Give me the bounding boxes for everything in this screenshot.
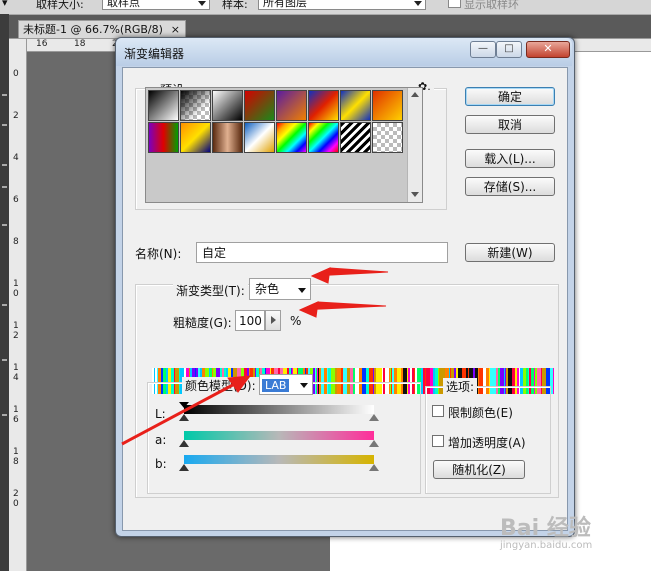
watermark-url: jingyan.baidu.com — [500, 540, 593, 551]
annotation-arrows — [121, 267, 389, 446]
arrow-head — [310, 267, 331, 284]
arrow-head — [227, 375, 252, 393]
arrow-to-color-model — [121, 378, 243, 446]
arrow-head — [298, 301, 319, 318]
watermark-logo: Bai 经验 — [500, 516, 591, 541]
